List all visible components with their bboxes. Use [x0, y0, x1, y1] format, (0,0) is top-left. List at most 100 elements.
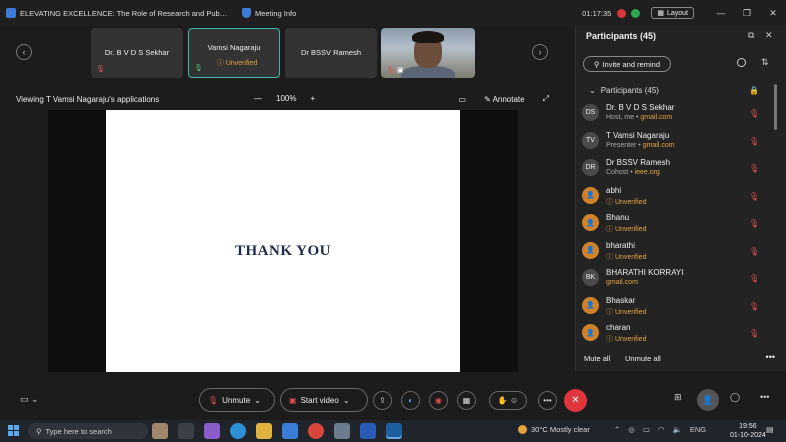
- strip-next-button[interactable]: ›: [532, 44, 548, 60]
- participant-name: Bhanu: [606, 213, 630, 222]
- search-icon[interactable]: [737, 58, 746, 67]
- mute-all-button[interactable]: Mute all: [584, 354, 610, 363]
- reactions-icon[interactable]: ✋ ☺: [489, 391, 527, 410]
- unmute-button[interactable]: 🎙 Unmute ⌄: [199, 388, 275, 412]
- participants-group-header[interactable]: ⌄ Participants (45): [589, 86, 659, 95]
- annotate-label: Annotate: [492, 94, 525, 104]
- unmute-label: Unmute: [222, 395, 251, 405]
- lock-icon[interactable]: 🔒: [749, 86, 759, 95]
- start-video-button[interactable]: ▣ Start video ⌄: [280, 388, 368, 412]
- participant-row[interactable]: 👤 Bhaskar ⓘ Unverified 🎙: [576, 294, 776, 322]
- widgets-icon[interactable]: [152, 423, 168, 439]
- weather-widget[interactable]: 30°C Mostly clear: [518, 425, 590, 434]
- webex-icon[interactable]: [386, 423, 402, 439]
- role-label: Presenter: [606, 141, 637, 149]
- weather-icon: [518, 425, 527, 434]
- participant-row[interactable]: 👤 bharathi ⓘ Unverified 🎙: [576, 239, 776, 267]
- edge-icon[interactable]: [230, 423, 246, 439]
- close-icon: ✕: [571, 395, 580, 406]
- video-tile[interactable]: Dr. B V D S Sekhar 🎙: [91, 28, 183, 78]
- participant-row[interactable]: 👤 charan ⓘ Unverified 🎙: [576, 321, 776, 349]
- zoom-out-button[interactable]: —: [254, 94, 262, 103]
- video-tile-active-speaker[interactable]: Vamsi Nagaraju ⓘ Unverified 🎙: [188, 28, 280, 78]
- mic-muted-icon[interactable]: 🎙: [749, 274, 759, 283]
- status-label: Unverified: [614, 253, 647, 261]
- participant-name: bharathi: [606, 240, 635, 250]
- copilot-icon[interactable]: [204, 423, 220, 439]
- share-screen-icon[interactable]: ⇪: [373, 391, 392, 410]
- close-panel-icon[interactable]: ✕: [765, 30, 773, 41]
- video-tile[interactable]: Dr BSSV Ramesh: [285, 28, 377, 78]
- participant-row[interactable]: 👤 Bhanu ⓘ Unverified 🎙: [576, 211, 776, 239]
- popout-icon[interactable]: ⧉: [748, 30, 754, 41]
- more-icon[interactable]: •••: [538, 391, 557, 410]
- taskbar-search[interactable]: ⚲ Type here to search: [28, 423, 148, 439]
- participant-name: charan: [606, 323, 631, 332]
- participant-row[interactable]: DS Dr. B V D S Sekhar Host, me • gmail.c…: [576, 101, 776, 129]
- participant-row[interactable]: DR Dr BSSV Ramesh Cohost • ieee.org 🎙: [576, 156, 776, 184]
- fullscreen-icon[interactable]: ⤢: [543, 94, 549, 104]
- zoom-in-button[interactable]: +: [310, 94, 315, 103]
- sort-icon[interactable]: ⇅: [761, 57, 769, 68]
- word-icon[interactable]: [360, 423, 376, 439]
- mic-muted-icon[interactable]: 🎙: [749, 192, 759, 201]
- captions-icon[interactable]: ▭ ⌄: [20, 394, 39, 405]
- minimize-icon[interactable]: —: [708, 8, 734, 18]
- photos-icon[interactable]: [334, 423, 350, 439]
- participants-icon[interactable]: 👤: [697, 389, 719, 411]
- strip-prev-button[interactable]: ‹: [16, 44, 32, 60]
- task-view-icon[interactable]: [178, 423, 194, 439]
- mic-muted-icon[interactable]: 🎙: [749, 302, 759, 311]
- participant-hair: [412, 31, 444, 43]
- chat-icon[interactable]: ◯: [730, 392, 740, 403]
- mic-muted-icon[interactable]: 🎙: [749, 247, 759, 256]
- presentation-slide: THANK YOU: [106, 110, 460, 372]
- battery-icon[interactable]: ▭: [643, 425, 650, 434]
- panel-title: Participants (45): [586, 31, 657, 41]
- mic-muted-icon[interactable]: 🎙: [749, 137, 759, 146]
- video-tile-camera[interactable]: 🎙 ▣: [381, 28, 475, 78]
- language-indicator[interactable]: ENG: [690, 425, 706, 434]
- windows-start-icon[interactable]: [8, 425, 19, 436]
- network-icon[interactable]: ◎: [628, 425, 635, 434]
- more-options-icon[interactable]: •••: [766, 352, 775, 362]
- share-toolbar: Viewing T Vamsi Nagaraju's applications …: [0, 88, 575, 112]
- file-explorer-icon[interactable]: [256, 423, 272, 439]
- ai-assistant-icon[interactable]: ◐: [401, 391, 420, 410]
- close-icon[interactable]: ✕: [760, 8, 786, 19]
- invite-and-remind-button[interactable]: ⚲ Invite and remind: [583, 56, 671, 72]
- zoom-level: 100%: [276, 94, 297, 103]
- participant-row[interactable]: BK BHARATHI KORRAYI gmail.com 🎙: [576, 266, 776, 294]
- chevron-left-icon: ‹: [22, 47, 26, 57]
- volume-icon[interactable]: 🔈: [672, 425, 681, 434]
- maximize-icon[interactable]: ❐: [734, 8, 760, 19]
- participant-status: ⓘ Unverified: [606, 253, 647, 261]
- notification-icon[interactable]: ▤: [766, 425, 774, 434]
- mail-icon[interactable]: [282, 423, 298, 439]
- annotate-button[interactable]: ✎ Annotate: [484, 95, 525, 104]
- tile-status-label: Unverified: [225, 60, 258, 67]
- share-options-icon[interactable]: ▭: [459, 95, 467, 104]
- apps-icon[interactable]: ▦: [457, 391, 476, 410]
- chrome-icon[interactable]: [308, 423, 324, 439]
- mic-muted-icon[interactable]: 🎙: [749, 329, 759, 338]
- mic-muted-icon[interactable]: 🎙: [749, 219, 759, 228]
- meeting-info-button[interactable]: Meeting Info: [242, 8, 296, 18]
- leave-meeting-button[interactable]: ✕: [564, 389, 587, 412]
- unmute-all-button[interactable]: Unmute all: [625, 354, 661, 363]
- avatar: BK: [582, 269, 599, 286]
- taskbar-clock[interactable]: 19:56 01-10-2024: [730, 422, 766, 440]
- participant-row[interactable]: TV T Vamsi Nagaraju Presenter • gmail.co…: [576, 129, 776, 157]
- guest-avatar-icon: 👤: [582, 241, 599, 259]
- record-icon[interactable]: ◉: [429, 391, 448, 410]
- system-tray: ⌃ ◎ ▭ ◠ 🔈 ENG: [614, 425, 706, 434]
- chevron-up-icon[interactable]: ⌃: [614, 425, 620, 434]
- wifi-icon[interactable]: ◠: [658, 425, 665, 434]
- mic-muted-icon[interactable]: 🎙: [749, 164, 759, 173]
- apps-panel-icon[interactable]: ⊞: [674, 392, 682, 403]
- participant-row[interactable]: 👤 abhi ⓘ Unverified 🎙: [576, 184, 776, 212]
- more-panels-icon[interactable]: •••: [760, 392, 769, 402]
- layout-button[interactable]: ▦ Layout: [651, 7, 694, 19]
- mic-muted-icon[interactable]: 🎙: [749, 109, 759, 118]
- annotate-icon: ✎: [484, 94, 493, 104]
